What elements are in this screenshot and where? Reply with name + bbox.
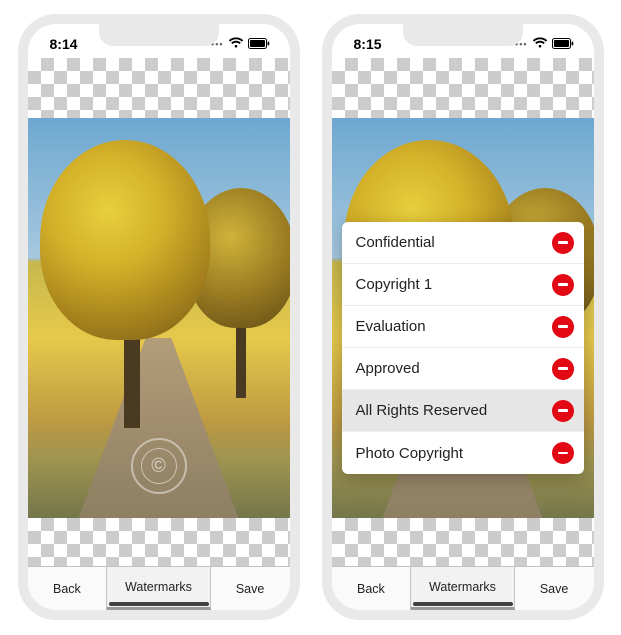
- list-item-label: Confidential: [356, 234, 435, 251]
- list-item[interactable]: Photo Copyright: [342, 432, 584, 474]
- watermark-list-popup: Confidential Copyright 1 Evaluation Appr…: [342, 222, 584, 474]
- minus-icon: [558, 325, 568, 328]
- device-notch: [99, 24, 219, 46]
- delete-button[interactable]: [552, 442, 574, 464]
- list-item[interactable]: Copyright 1: [342, 264, 584, 306]
- delete-button[interactable]: [552, 274, 574, 296]
- phone-screenshot-right: 8:15 •••• Confidential: [322, 14, 604, 620]
- list-item[interactable]: Evaluation: [342, 306, 584, 348]
- back-label: Back: [357, 582, 385, 596]
- save-label: Save: [236, 582, 265, 596]
- save-button[interactable]: Save: [515, 567, 594, 610]
- list-item-label: Approved: [356, 360, 420, 377]
- back-button[interactable]: Back: [332, 567, 412, 610]
- phone-screenshot-left: 8:14 •••• © Back Watermar: [18, 14, 300, 620]
- transparency-bg-top: [28, 58, 290, 118]
- delete-button[interactable]: [552, 400, 574, 422]
- watermark-stamp[interactable]: ©: [131, 438, 187, 494]
- list-item[interactable]: Confidential: [342, 222, 584, 264]
- wifi-icon: [228, 36, 244, 52]
- list-item-label: Copyright 1: [356, 276, 433, 293]
- back-button[interactable]: Back: [28, 567, 108, 610]
- minus-icon: [558, 367, 568, 370]
- battery-icon: [552, 36, 574, 52]
- list-item[interactable]: All Rights Reserved: [342, 390, 584, 432]
- list-item[interactable]: Approved: [342, 348, 584, 390]
- transparency-bg-top: [332, 58, 594, 118]
- list-item-label: Evaluation: [356, 318, 426, 335]
- minus-icon: [558, 241, 568, 244]
- list-item-label: Photo Copyright: [356, 445, 464, 462]
- watermarks-label: Watermarks: [125, 580, 192, 594]
- status-time: 8:15: [354, 36, 382, 52]
- image-canvas[interactable]: Confidential Copyright 1 Evaluation Appr…: [332, 58, 594, 566]
- home-indicator: [413, 602, 513, 606]
- save-button[interactable]: Save: [211, 567, 290, 610]
- transparency-bg-bottom: [28, 518, 290, 566]
- minus-icon: [558, 283, 568, 286]
- list-item-label: All Rights Reserved: [356, 402, 488, 419]
- wifi-icon: [532, 36, 548, 52]
- minus-icon: [558, 452, 568, 455]
- home-indicator: [109, 602, 209, 606]
- delete-button[interactable]: [552, 232, 574, 254]
- device-notch: [403, 24, 523, 46]
- transparency-bg-bottom: [332, 518, 594, 566]
- back-label: Back: [53, 582, 81, 596]
- watermarks-label: Watermarks: [429, 580, 496, 594]
- status-time: 8:14: [50, 36, 78, 52]
- image-canvas[interactable]: ©: [28, 58, 290, 566]
- photo-preview: ©: [28, 118, 290, 518]
- save-label: Save: [540, 582, 569, 596]
- battery-icon: [248, 36, 270, 52]
- delete-button[interactable]: [552, 358, 574, 380]
- copyright-icon: ©: [151, 455, 166, 478]
- minus-icon: [558, 409, 568, 412]
- delete-button[interactable]: [552, 316, 574, 338]
